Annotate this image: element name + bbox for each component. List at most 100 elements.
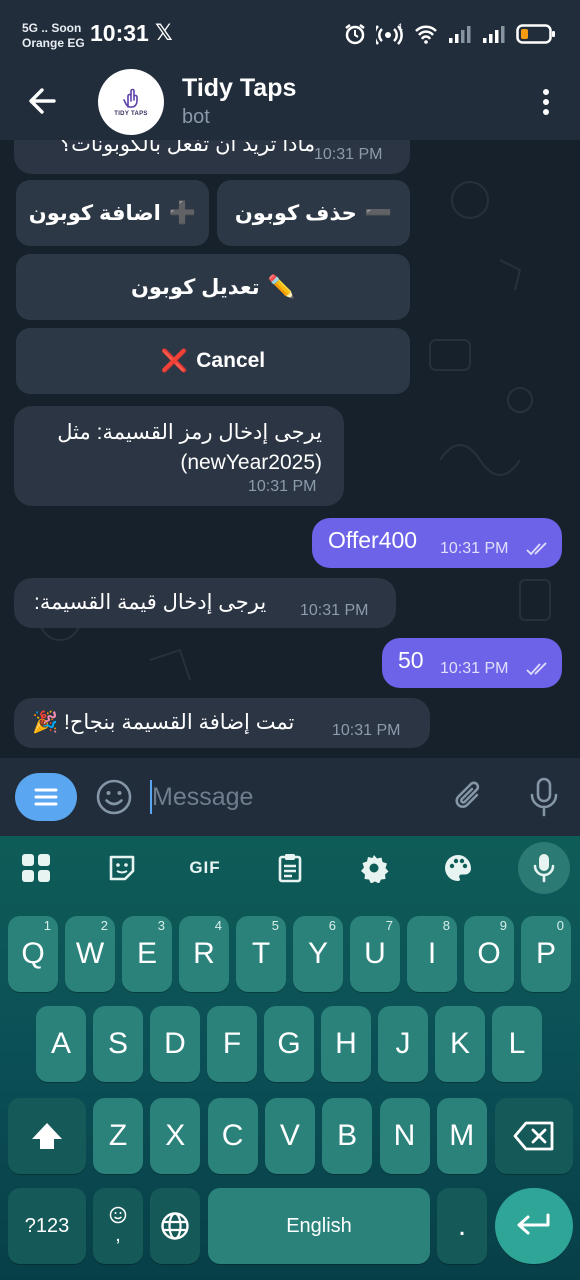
voice-input-button[interactable] (518, 842, 570, 894)
key-q[interactable]: Q1 (8, 916, 58, 992)
key-h[interactable]: H (321, 1006, 371, 1082)
key-label: F (222, 1027, 242, 1060)
key-x[interactable]: X (150, 1098, 201, 1174)
key-j[interactable]: J (378, 1006, 428, 1082)
message-time: 10:31 PM (332, 722, 401, 739)
key-r[interactable]: R4 (179, 916, 229, 992)
more-options-icon[interactable] (542, 88, 550, 116)
hotspot-badge: 1 (398, 22, 403, 32)
space-bar[interactable]: English (208, 1188, 430, 1264)
key-g[interactable]: G (264, 1006, 314, 1082)
bot-message-partial: ماذا تريد أن تفعل بالكوبونات؟ 10:31 PM (14, 140, 410, 174)
cancel-label: Cancel (196, 349, 266, 372)
key-m[interactable]: M (436, 1098, 487, 1174)
x-app-icon: 𝕏 (155, 20, 173, 45)
key-label: Q (21, 937, 45, 970)
key-l[interactable]: L (492, 1006, 542, 1082)
bot-message: تمت إضافة القسيمة بنجاح! 🎉 10:31 PM (14, 698, 430, 748)
add-coupon-button[interactable]: اضافة كوبون ➕ (16, 180, 209, 246)
backspace-key[interactable] (495, 1098, 573, 1174)
emoji-comma-key[interactable]: , (93, 1188, 143, 1264)
key-e[interactable]: E3 (122, 916, 172, 992)
hand-logo-icon (123, 88, 138, 108)
key-label: T (251, 937, 271, 970)
key-k[interactable]: K (435, 1006, 485, 1082)
bot-message: يرجى إدخال قيمة القسيمة: 10:31 PM (14, 578, 396, 628)
microphone-icon (533, 854, 555, 883)
pencil-icon: ✏️ (267, 274, 296, 299)
emoji-icon (109, 1206, 127, 1223)
comma-label: , (115, 1223, 121, 1246)
sticker-icon[interactable] (106, 852, 138, 884)
clipboard-icon[interactable] (274, 852, 306, 884)
symbols-key[interactable]: ?123 (8, 1188, 86, 1264)
microphone-icon[interactable] (527, 776, 561, 818)
key-c[interactable]: C (207, 1098, 258, 1174)
hotspot-icon: 1 (376, 22, 403, 45)
message-text: 50 (398, 647, 424, 673)
key-b[interactable]: B (322, 1098, 373, 1174)
bot-message: يرجى إدخال رمز القسيمة: مثل (newYear2025… (14, 406, 344, 506)
apps-grid-icon[interactable] (20, 852, 52, 884)
key-y[interactable]: Y6 (293, 916, 343, 992)
key-d[interactable]: D (150, 1006, 200, 1082)
settings-gear-icon[interactable] (358, 852, 390, 884)
palette-icon[interactable] (442, 852, 474, 884)
message-input-bar (0, 758, 580, 836)
key-w[interactable]: W2 (65, 916, 115, 992)
key-s[interactable]: S (93, 1006, 143, 1082)
key-label: E (136, 937, 157, 970)
key-label: B (337, 1119, 358, 1152)
key-label: K (449, 1027, 470, 1060)
key-label: J (395, 1027, 411, 1060)
key-label: Y (307, 937, 328, 970)
user-message: 50 10:31 PM (382, 638, 562, 688)
battery-icon (516, 24, 555, 44)
bot-menu-button[interactable] (15, 773, 77, 821)
key-label: O (477, 937, 501, 970)
double-check-icon (526, 542, 547, 556)
emoji-icon[interactable] (95, 778, 133, 816)
key-v[interactable]: V (264, 1098, 315, 1174)
message-time: 10:31 PM (300, 602, 369, 619)
enter-key[interactable] (495, 1188, 573, 1264)
cancel-button[interactable]: ❌ Cancel (16, 328, 410, 394)
key-label: L (508, 1027, 526, 1060)
shift-key[interactable] (8, 1098, 86, 1174)
key-number-hint: 5 (271, 918, 279, 933)
key-number-hint: 4 (214, 918, 222, 933)
message-text-line-2: (newYear2025) (180, 451, 322, 474)
period-key[interactable]: . (437, 1188, 487, 1264)
back-arrow-icon[interactable] (26, 84, 60, 118)
key-z[interactable]: Z (93, 1098, 143, 1174)
key-i[interactable]: I8 (407, 916, 457, 992)
message-input[interactable] (152, 778, 432, 816)
globe-icon (161, 1212, 189, 1240)
key-a[interactable]: A (36, 1006, 86, 1082)
language-key[interactable] (150, 1188, 200, 1264)
key-number-hint: 0 (556, 918, 564, 933)
user-message: Offer400 10:31 PM (312, 518, 562, 568)
chat-header: TIDY TAPS Tidy Taps bot (0, 66, 580, 140)
edit-coupon-button[interactable]: تعديل كوبون ✏️ (16, 254, 410, 320)
carrier-line-2: Orange EG (22, 36, 85, 50)
delete-coupon-button[interactable]: حذف كوبون ➖ (217, 180, 410, 246)
paperclip-icon[interactable] (450, 778, 488, 816)
key-label: C (221, 1119, 244, 1152)
key-p[interactable]: P0 (521, 916, 571, 992)
carrier-line-1: 5G .. Soon (22, 21, 82, 35)
delete-coupon-label: حذف كوبون (234, 201, 357, 225)
key-u[interactable]: U7 (350, 916, 400, 992)
double-check-icon (526, 662, 547, 676)
chat-area[interactable]: ماذا تريد أن تفعل بالكوبونات؟ 10:31 PM ح… (0, 140, 580, 758)
key-o[interactable]: O9 (464, 916, 514, 992)
chat-title[interactable]: Tidy Taps (182, 74, 296, 103)
message-text: يرجى إدخال قيمة القسيمة: (34, 591, 267, 614)
gif-icon[interactable]: GIF (186, 852, 224, 884)
bot-avatar[interactable]: TIDY TAPS (98, 69, 164, 135)
key-t[interactable]: T5 (236, 916, 286, 992)
key-f[interactable]: F (207, 1006, 257, 1082)
carrier-label: 5G .. Soon Orange EG (22, 21, 85, 51)
key-label: M (449, 1119, 475, 1152)
key-n[interactable]: N (379, 1098, 430, 1174)
